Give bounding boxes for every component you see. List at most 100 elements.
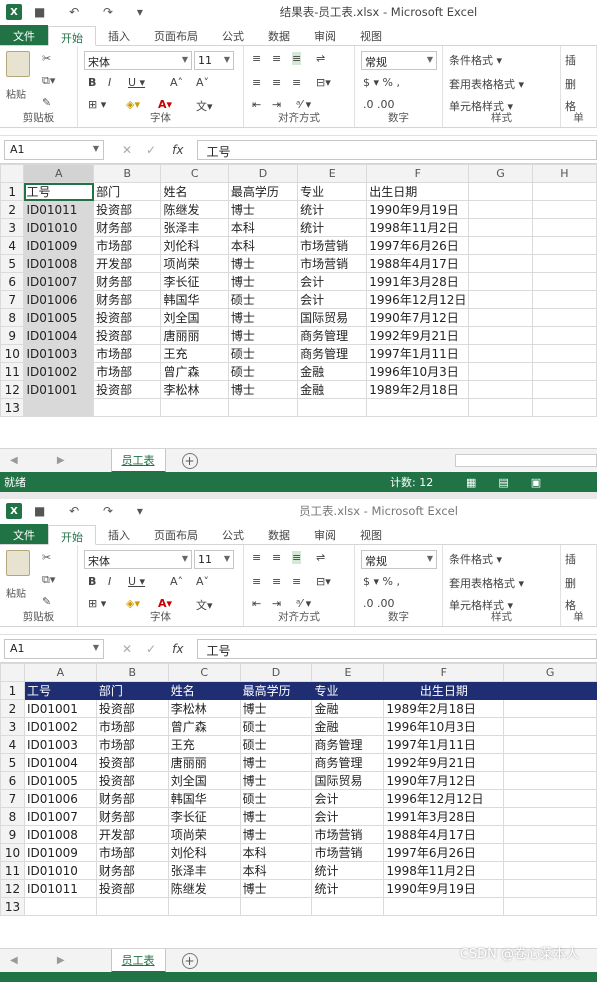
grid-cell[interactable]: [23, 398, 95, 417]
grid-cell[interactable]: 统计: [297, 200, 368, 219]
grid-cell[interactable]: 刘全国: [160, 308, 229, 327]
date-cell[interactable]: [366, 398, 470, 417]
grid-cell[interactable]: 国际贸易: [311, 771, 385, 790]
tab-insert[interactable]: 插入: [96, 524, 142, 544]
grid-cell[interactable]: 市场部: [93, 236, 162, 255]
grid-cell[interactable]: 会计: [297, 290, 368, 309]
grid-cell[interactable]: [468, 272, 533, 291]
column-header[interactable]: D: [227, 164, 299, 183]
row-header[interactable]: 4: [0, 236, 25, 255]
grid-cell[interactable]: 工号: [23, 182, 95, 201]
tab-view[interactable]: 视图: [348, 524, 394, 544]
grid-cell[interactable]: 市场营销: [311, 843, 385, 862]
delete-cells-button[interactable]: 删: [565, 575, 576, 591]
grid-cell[interactable]: [503, 789, 597, 808]
date-cell[interactable]: 1990年9月19日: [383, 879, 505, 898]
row-header[interactable]: 12: [0, 879, 25, 898]
row-header[interactable]: 9: [0, 326, 25, 345]
grid-cell[interactable]: ID01007: [23, 807, 97, 826]
align-right-icon[interactable]: ≡: [292, 575, 301, 588]
grid-cell[interactable]: [468, 380, 533, 399]
date-cell[interactable]: 1997年6月26日: [366, 236, 470, 255]
grid-cell[interactable]: 韩国华: [160, 290, 229, 309]
grid-cell[interactable]: [239, 897, 313, 916]
grid-cell[interactable]: 博士: [239, 771, 313, 790]
row-header[interactable]: 6: [0, 272, 25, 291]
row-header[interactable]: 10: [0, 843, 25, 862]
date-cell[interactable]: 1988年4月17日: [366, 254, 470, 273]
grid-cell[interactable]: [503, 843, 597, 862]
column-header[interactable]: E: [311, 663, 385, 682]
cancel-enter-icons[interactable]: ✕✓: [122, 143, 170, 157]
align-middle-icon[interactable]: ≡: [272, 551, 281, 564]
grid-cell[interactable]: [503, 735, 597, 754]
grid-cell[interactable]: ID01005: [23, 771, 97, 790]
function-icon[interactable]: fx: [172, 642, 183, 656]
grid-cell[interactable]: ID01006: [23, 789, 97, 808]
grid-cell[interactable]: ID01008: [23, 825, 97, 844]
tab-page-layout[interactable]: 页面布局: [142, 524, 210, 544]
column-header[interactable]: F: [366, 164, 470, 183]
tab-home[interactable]: 开始: [48, 26, 96, 46]
font-size-select[interactable]: 11 ▼: [194, 550, 234, 569]
grid-cell[interactable]: ID01002: [23, 717, 97, 736]
shrink-font-icon[interactable]: A˅: [196, 575, 209, 588]
grid-cell[interactable]: 硕士: [239, 735, 313, 754]
bold-icon[interactable]: B: [88, 76, 96, 89]
row-header[interactable]: 7: [0, 789, 25, 808]
align-center-icon[interactable]: ≡: [272, 76, 281, 89]
grid-cell[interactable]: 最高学历: [227, 182, 299, 201]
insert-cells-button[interactable]: 插: [565, 52, 576, 68]
bold-icon[interactable]: B: [88, 575, 96, 588]
column-header[interactable]: A: [23, 164, 95, 183]
grid-cell[interactable]: 商务管理: [311, 735, 385, 754]
sheet-nav-icons[interactable]: ◀ ▶: [10, 955, 83, 966]
grid-cell[interactable]: 专业: [311, 681, 385, 700]
grid-cell[interactable]: 博士: [239, 699, 313, 718]
grid-cell[interactable]: 本科: [227, 236, 299, 255]
grid-cell[interactable]: 市场营销: [297, 254, 368, 273]
add-sheet-icon[interactable]: +: [181, 452, 198, 469]
grid-cell[interactable]: 王充: [167, 735, 241, 754]
column-header[interactable]: E: [297, 164, 368, 183]
grid-cell[interactable]: 投资部: [95, 699, 169, 718]
merge-icon[interactable]: ⊟▾: [316, 575, 331, 588]
date-cell[interactable]: 1996年12月12日: [383, 789, 505, 808]
grid-cell[interactable]: 刘全国: [167, 771, 241, 790]
font-name-select[interactable]: 宋体 ▼: [84, 550, 192, 569]
grid-cell[interactable]: 投资部: [93, 308, 162, 327]
grid-cell[interactable]: 博士: [227, 254, 299, 273]
grid-cell[interactable]: 工号: [23, 681, 97, 700]
sheet-tab-employees[interactable]: 员工表: [110, 448, 166, 473]
row-header[interactable]: 13: [0, 398, 25, 417]
grid-cell[interactable]: 陈继发: [167, 879, 241, 898]
row-header[interactable]: 2: [0, 200, 25, 219]
grid-cell[interactable]: [95, 897, 169, 916]
copy-icon[interactable]: ⧉▾: [42, 74, 55, 88]
row-header[interactable]: 13: [0, 897, 25, 916]
grid-cell[interactable]: ID01011: [23, 879, 97, 898]
paste-icon[interactable]: [6, 51, 30, 77]
grid-cell[interactable]: ID01011: [23, 200, 95, 219]
grid-cell[interactable]: 财务部: [93, 272, 162, 291]
grid-cell[interactable]: [468, 200, 533, 219]
grid-cell[interactable]: 硕士: [239, 789, 313, 808]
grid-cell[interactable]: [531, 218, 597, 237]
date-cell[interactable]: 1996年12月12日: [366, 290, 470, 309]
grid-cell[interactable]: 项尚荣: [160, 254, 229, 273]
grid-cell[interactable]: 会计: [297, 272, 368, 291]
format-painter-icon[interactable]: ✎: [42, 96, 51, 109]
grid-cell[interactable]: [503, 699, 597, 718]
underline-icon[interactable]: U ▾: [128, 76, 145, 89]
worksheet-grid[interactable]: A B C D E F G H 1 工号 部门 姓名 最高学历 专业 出生日期 2 ID0101…: [0, 164, 597, 417]
paste-icon[interactable]: [6, 550, 30, 576]
conditional-format-button[interactable]: 条件格式 ▾: [449, 52, 502, 68]
grid-cell[interactable]: 博士: [227, 272, 299, 291]
grid-cell[interactable]: [468, 326, 533, 345]
date-cell[interactable]: 1997年6月26日: [383, 843, 505, 862]
date-cell[interactable]: 1991年3月28日: [366, 272, 470, 291]
date-cell[interactable]: 1989年2月18日: [366, 380, 470, 399]
grid-cell[interactable]: [93, 398, 162, 417]
row-header[interactable]: 10: [0, 344, 25, 363]
grid-cell[interactable]: [531, 236, 597, 255]
